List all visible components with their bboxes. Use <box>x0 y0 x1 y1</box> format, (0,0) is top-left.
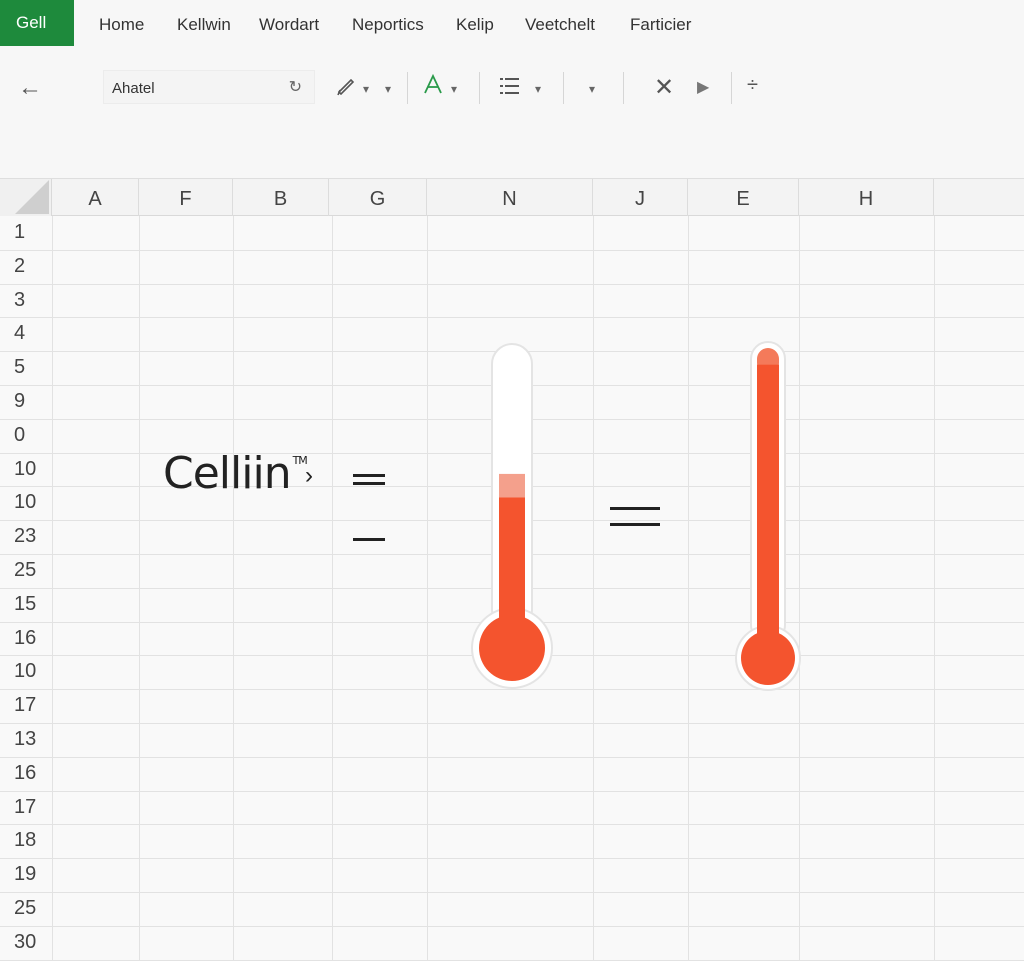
grid-line <box>0 858 1024 860</box>
menu-bar: Gell Home Kellwin Wordart Neportics Keli… <box>0 0 1024 46</box>
row-header[interactable]: 2 <box>0 255 52 278</box>
row-header[interactable]: 30 <box>0 931 52 954</box>
row-header[interactable]: 18 <box>0 829 52 852</box>
row-header[interactable]: 15 <box>0 593 52 616</box>
font-name-field[interactable]: Ahatel ↻ <box>103 70 315 104</box>
row-header[interactable]: 10 <box>0 458 52 481</box>
toolbar: ← Ahatel ↻ ▾ ▾ ▾ ▾ ▾ ✕ ▶ ÷ <box>0 46 1024 178</box>
menu-item-neportics[interactable]: Neportics <box>352 15 424 35</box>
grid-line <box>0 790 1024 792</box>
chevron-right-icon: › <box>305 462 313 489</box>
minus-sign <box>353 538 385 541</box>
font-name-value: Ahatel <box>112 80 155 97</box>
row-header[interactable]: 23 <box>0 525 52 548</box>
grid-line <box>0 283 1024 285</box>
grid-line <box>0 925 1024 927</box>
thermometer-left-bulb <box>479 615 545 681</box>
thermometer-left[interactable] <box>470 342 556 690</box>
column-header-b[interactable]: B <box>233 179 329 216</box>
column-header-h[interactable]: H <box>799 179 934 216</box>
menu-item-kellwin[interactable]: Kellwin <box>177 15 231 35</box>
text-color-button[interactable] <box>422 73 444 103</box>
back-arrow-icon[interactable]: ← <box>18 74 42 102</box>
list-chevron-icon[interactable]: ▾ <box>535 82 541 96</box>
menu-item-wordart[interactable]: Wordart <box>259 15 319 35</box>
row-header[interactable]: 10 <box>0 491 52 514</box>
grid-line <box>0 824 1024 826</box>
close-icon[interactable]: ✕ <box>654 73 674 102</box>
grid-line <box>0 892 1024 893</box>
divide-icon[interactable]: ÷ <box>747 74 758 97</box>
pen-chevron-down-icon[interactable]: ▾ <box>363 82 369 96</box>
pen-tool-button[interactable] <box>335 74 357 102</box>
row-header[interactable]: 0 <box>0 424 52 447</box>
equals-sign-right-upper-bar <box>610 507 660 510</box>
menu-item-veetchelt[interactable]: Veetchelt <box>525 15 595 35</box>
grid-line <box>0 723 1024 724</box>
menu-item-kelip[interactable]: Kelip <box>456 15 494 35</box>
row-header[interactable]: 16 <box>0 627 52 650</box>
cell-text[interactable]: Celliin TM <box>163 448 308 499</box>
thermometer-right[interactable] <box>734 340 802 692</box>
grid-line <box>0 317 1024 319</box>
row-header[interactable]: 13 <box>0 728 52 751</box>
menu-item-farticier[interactable]: Farticier <box>630 15 691 35</box>
row-header[interactable]: 1 <box>0 221 52 244</box>
dropdown-icon[interactable]: ▾ <box>589 82 595 96</box>
list-icon <box>500 78 519 94</box>
cell-text-value: Celliin <box>163 448 292 499</box>
row-header[interactable]: 25 <box>0 559 52 582</box>
play-icon[interactable]: ▶ <box>697 77 709 97</box>
toolbar-divider <box>563 72 564 104</box>
thermometer-right-fill <box>757 364 779 646</box>
equals-sign-upper-bar <box>353 474 385 477</box>
grid-line <box>0 249 1024 251</box>
app-badge[interactable]: Gell <box>0 0 74 46</box>
text-color-icon <box>424 73 442 94</box>
select-all-corner[interactable] <box>0 179 52 216</box>
row-header[interactable]: 4 <box>0 322 52 345</box>
text-color-chevron-icon[interactable]: ▾ <box>451 82 457 96</box>
row-header[interactable]: 9 <box>0 390 52 413</box>
column-header-f[interactable]: F <box>139 179 233 216</box>
grid-line <box>0 756 1024 758</box>
thermometer-right-bulb <box>741 631 795 685</box>
column-header-e[interactable]: E <box>688 179 799 216</box>
equals-sign-right-lower-bar <box>610 523 660 526</box>
column-header-row: A F B G N J E H <box>0 178 1024 216</box>
column-header-n[interactable]: N <box>427 179 593 216</box>
equals-sign-lower-bar <box>353 482 385 485</box>
column-header-g[interactable]: G <box>329 179 427 216</box>
refresh-icon[interactable]: ↻ <box>289 77 302 97</box>
row-header[interactable]: 16 <box>0 762 52 785</box>
menu-item-home[interactable]: Home <box>99 15 144 35</box>
row-header[interactable]: 10 <box>0 660 52 683</box>
row-header[interactable]: 17 <box>0 694 52 717</box>
thermometer-left-highlight <box>499 473 525 498</box>
pen-options-chevron-icon[interactable]: ▾ <box>385 82 391 96</box>
row-header[interactable]: 19 <box>0 863 52 886</box>
column-header-j[interactable]: J <box>593 179 688 216</box>
toolbar-divider <box>479 72 480 104</box>
row-header[interactable]: 25 <box>0 897 52 920</box>
row-header[interactable]: 17 <box>0 796 52 819</box>
toolbar-divider <box>623 72 624 104</box>
toolbar-divider <box>731 72 732 104</box>
row-header[interactable]: 3 <box>0 289 52 312</box>
list-button[interactable] <box>499 76 521 102</box>
row-header[interactable]: 5 <box>0 356 52 379</box>
column-header-a[interactable]: A <box>52 179 139 216</box>
toolbar-divider <box>407 72 408 104</box>
pen-icon <box>337 78 355 96</box>
